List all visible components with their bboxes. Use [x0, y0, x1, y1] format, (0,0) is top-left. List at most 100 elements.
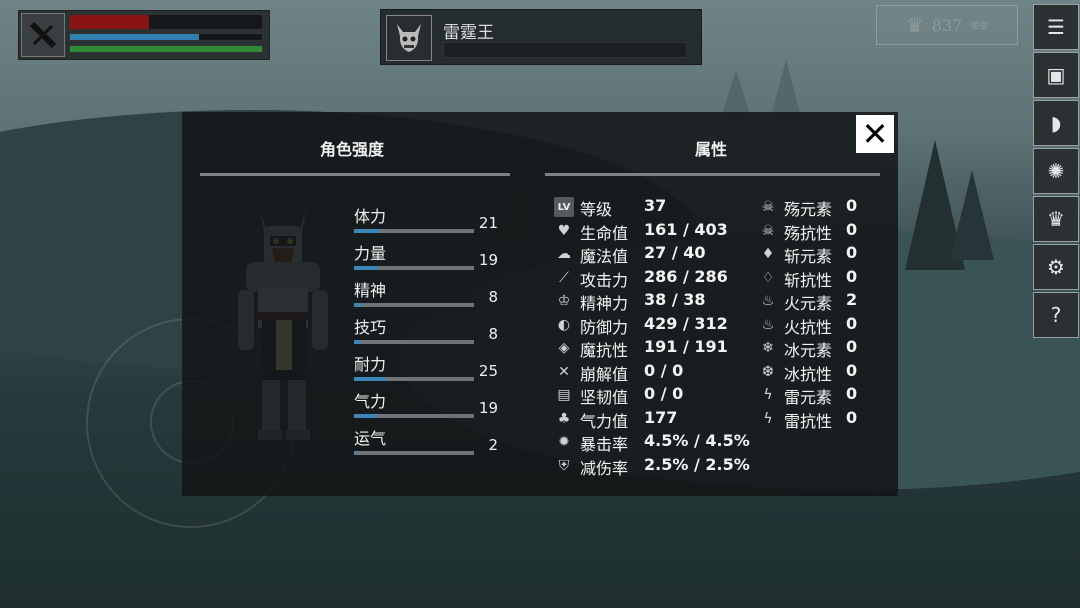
mana-bar-fill — [70, 34, 199, 40]
attribute-row: ♢ 斩抗性 0 — [758, 267, 966, 291]
stat-label: 运气 — [354, 429, 387, 448]
close-button[interactable]: ✕ — [856, 115, 894, 153]
stat-label: 技巧 — [354, 318, 387, 337]
attribute-value: 0 — [846, 360, 858, 380]
health-bar — [69, 14, 263, 30]
attribute-label: 魔法值 — [580, 247, 629, 266]
crit-burst-icon: ✹ — [558, 434, 570, 450]
lightning-icon: ϟ — [763, 387, 773, 403]
stat-label: 力量 — [354, 244, 387, 263]
attribute-value: 0 — [846, 266, 858, 286]
stamina-bar — [69, 45, 263, 53]
stat-bar — [354, 451, 474, 455]
honor-unit: 荣誉 — [970, 21, 989, 32]
attribute-row: ◐ 防御力 429 / 312 — [554, 314, 764, 338]
attribute-value: 0 / 0 — [644, 360, 684, 380]
stat-bar — [354, 303, 474, 307]
stat-bar-fill — [354, 303, 362, 307]
attribute-value: 37 — [644, 196, 667, 215]
stat-value: 2 — [488, 436, 498, 454]
stat-row: 耐力 25 — [354, 351, 504, 387]
section-divider — [200, 173, 510, 176]
brain-icon: ☁ — [557, 246, 571, 262]
boss-name: 雷霆王 — [443, 23, 494, 43]
stat-value: 25 — [478, 362, 498, 380]
stamina-bar-fill — [70, 46, 262, 52]
attribute-value: 4.5% / 4.5% — [644, 431, 750, 450]
attribute-value: 27 / 40 — [644, 243, 706, 262]
skill-medal-icon[interactable]: ✺ — [1033, 148, 1079, 194]
backpack-icon[interactable]: ▣ — [1033, 52, 1079, 98]
sword-attack-icon: ⟋ — [559, 269, 569, 286]
attribute-row: ♨ 火抗性 0 — [758, 314, 966, 338]
attribute-row: ✕ 崩解值 0 / 0 — [554, 361, 764, 385]
level-badge-icon: LV — [554, 197, 574, 217]
skull-icon: ☠ — [761, 199, 775, 215]
mana-bar — [69, 33, 263, 41]
crown-icon: ♛ — [905, 13, 924, 37]
attribute-row: ϟ 雷元素 0 — [758, 384, 966, 408]
stat-row: 运气 2 — [354, 425, 504, 461]
attribute-row: ♔ 精神力 38 / 38 — [554, 290, 764, 314]
attribute-label: 暴击率 — [580, 435, 629, 454]
attribute-row: ♥ 生命值 161 / 403 — [554, 220, 764, 244]
attribute-label: 精神力 — [580, 294, 629, 313]
skull-resist-icon: ☠ — [761, 222, 775, 239]
stat-value: 19 — [478, 399, 498, 417]
drop-icon: ♦ — [761, 246, 775, 262]
section-title-attributes: 属性 — [695, 140, 728, 159]
boss-panel: 雷霆王 — [380, 9, 702, 65]
attribute-value: 177 — [644, 407, 678, 427]
attribute-label: 减伤率 — [580, 458, 629, 478]
stat-value: 8 — [488, 325, 498, 343]
pine-tree — [770, 60, 802, 120]
attribute-value: 191 / 191 — [644, 337, 728, 356]
attribute-value: 161 / 403 — [644, 219, 728, 239]
stat-row: 体力 21 — [354, 203, 504, 239]
attribute-value: 0 / 0 — [644, 384, 684, 403]
attribute-label: 生命值 — [580, 223, 629, 243]
attribute-row: ☁ 魔法值 27 / 40 — [554, 243, 764, 267]
damage-reduce-shield-icon: ⛨ — [558, 457, 570, 474]
stat-value: 21 — [478, 214, 498, 232]
attribute-row: ✹ 暴击率 4.5% / 4.5% — [554, 431, 764, 455]
stat-label: 气力 — [354, 392, 387, 411]
crown-menu-icon[interactable]: ♛ — [1033, 196, 1079, 242]
attribute-value: 0 — [846, 384, 858, 403]
attribute-value: 0 — [846, 337, 858, 356]
attribute-value: 286 / 286 — [644, 266, 728, 286]
attribute-label: 殇元素 — [784, 200, 833, 219]
spirit-crown-icon: ♔ — [557, 293, 571, 309]
attribute-label: 斩元素 — [784, 247, 833, 266]
stat-row: 气力 19 — [354, 388, 504, 424]
stat-label: 精神 — [354, 281, 387, 300]
lungs-icon: ♣ — [557, 410, 571, 427]
attribute-label: 雷元素 — [784, 388, 833, 407]
attribute-row: LV 等级 37 — [554, 196, 764, 220]
attribute-label: 殇抗性 — [784, 223, 833, 243]
stat-bar — [354, 266, 474, 270]
heart-icon: ♥ — [557, 222, 571, 239]
helmet-icon[interactable]: ◗ — [1033, 100, 1079, 146]
stat-bar-fill — [354, 377, 387, 381]
stat-bar-fill — [354, 414, 378, 418]
settings-gear-icon[interactable]: ⚙ — [1033, 244, 1079, 290]
stat-row: 精神 8 — [354, 277, 504, 313]
attribute-row: ♨ 火元素 2 — [758, 290, 966, 314]
stat-bar-fill — [354, 451, 357, 455]
help-question-icon[interactable]: ? — [1033, 292, 1079, 338]
attribute-value: 0 — [846, 243, 858, 262]
fire-resist-icon: ♨ — [761, 316, 775, 333]
sword-icon[interactable] — [21, 13, 65, 57]
stat-bar-fill — [354, 266, 378, 270]
honor-display: ♛ 837 荣誉 — [876, 5, 1018, 45]
attribute-value: 38 / 38 — [644, 290, 706, 309]
stat-bar — [354, 340, 474, 344]
honor-value: 837 — [931, 15, 963, 35]
attribute-label: 攻击力 — [580, 270, 629, 290]
stat-bar — [354, 229, 474, 233]
fire-icon: ♨ — [761, 293, 775, 309]
attribute-label: 等级 — [580, 200, 613, 219]
list-menu-icon[interactable]: ☰ — [1033, 4, 1079, 50]
stat-bar-fill — [354, 229, 381, 233]
